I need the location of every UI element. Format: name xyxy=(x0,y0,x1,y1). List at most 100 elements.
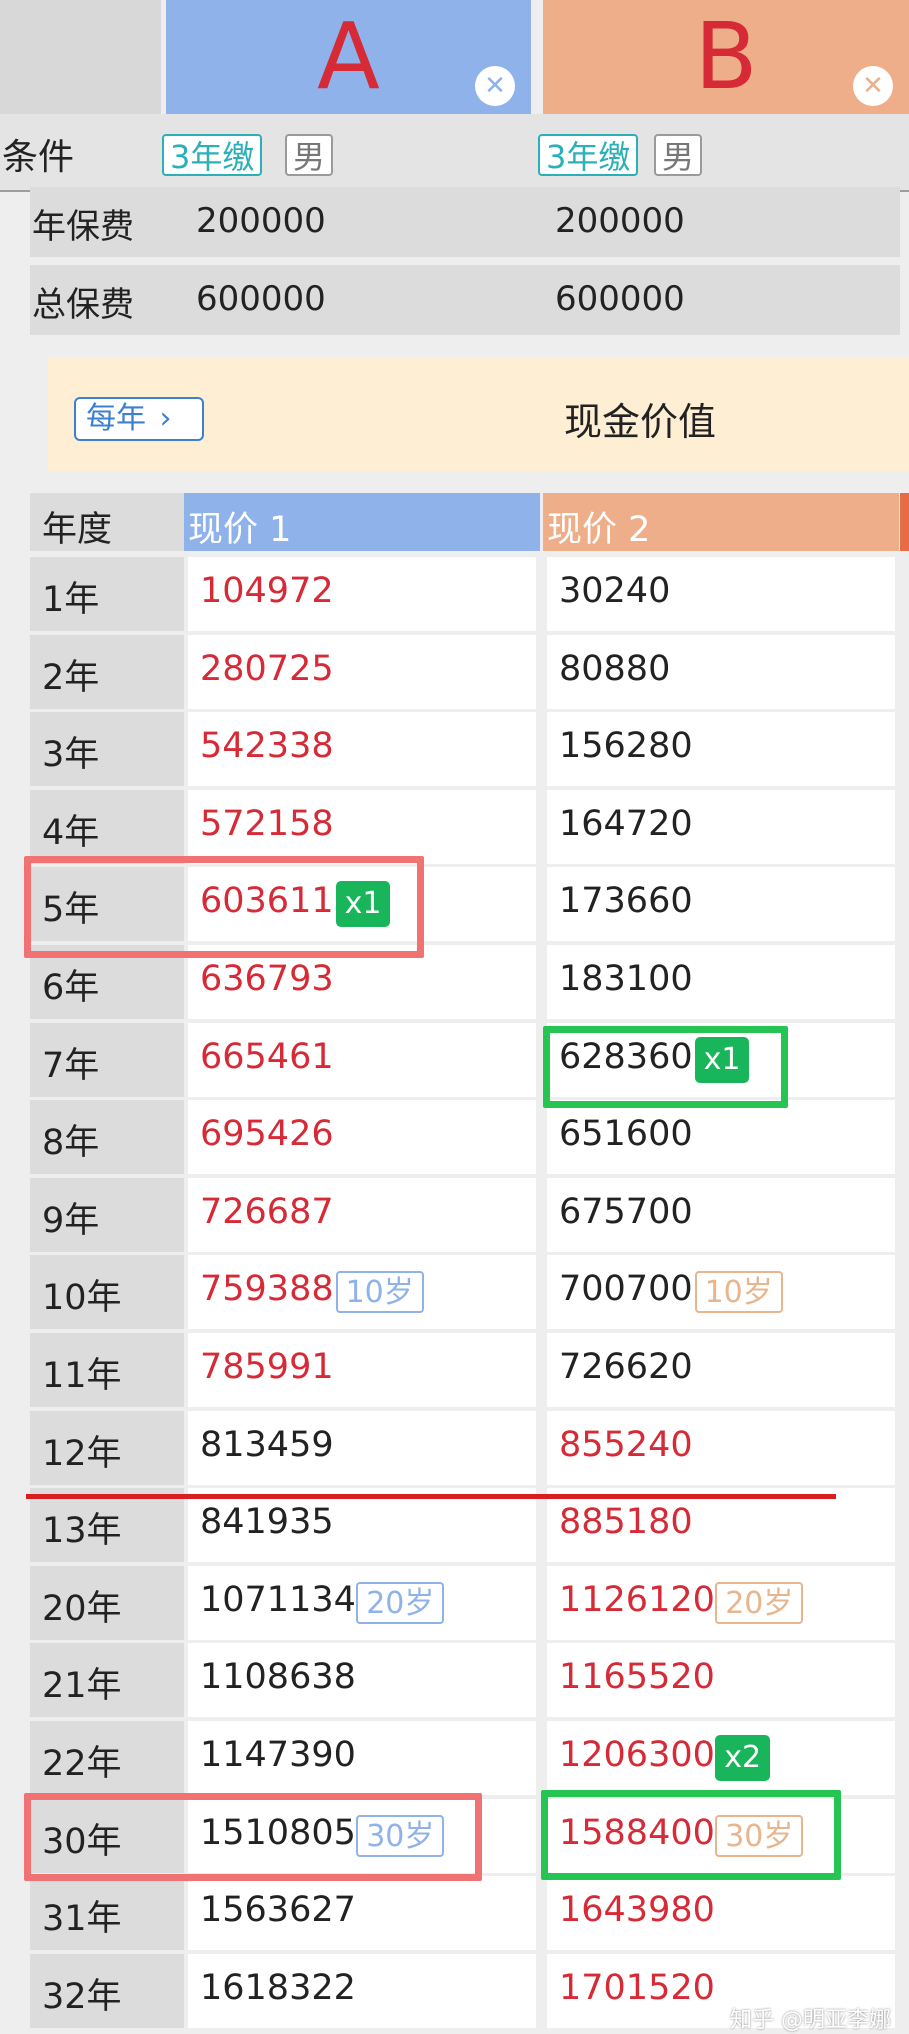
cash-value-b: 183100 xyxy=(559,959,693,999)
column-a-header: A ✕ xyxy=(166,0,531,114)
multiple-badge: x2 xyxy=(715,1735,771,1781)
highlight-box-green-year7 xyxy=(543,1026,788,1108)
cash-value-banner: 每年 › 现金价值 xyxy=(48,357,909,471)
cash-value-a-cell: 665461 xyxy=(188,1023,536,1097)
term-tag-b[interactable]: 3年缴 xyxy=(538,134,639,176)
cash-value-b-cell: 1165520 xyxy=(547,1643,895,1717)
year-label: 3年 xyxy=(42,735,100,775)
cash-value-b-cell: 156280 xyxy=(547,712,895,786)
cash-value-b: 164720 xyxy=(559,804,693,844)
cash-value-b: 1126120 xyxy=(559,1580,715,1620)
year-label: 2年 xyxy=(42,658,100,698)
year-cell: 1年 xyxy=(30,557,184,631)
year-cell: 2年 xyxy=(30,635,184,709)
cash-value-b-cell: 675700 xyxy=(547,1178,895,1252)
cash-value-b: 156280 xyxy=(559,726,693,766)
cash-value-b-header: 现价 2 xyxy=(547,510,651,550)
cash-value-b: 726620 xyxy=(559,1347,693,1387)
total-premium-b: 600000 xyxy=(555,279,685,319)
cash-value-a: 542338 xyxy=(200,726,334,766)
age-tag: 20岁 xyxy=(715,1582,804,1624)
cash-value-b: 651600 xyxy=(559,1114,693,1154)
year-cell: 13年 xyxy=(30,1488,184,1562)
column-b-letter: B xyxy=(694,3,758,110)
close-icon[interactable]: ✕ xyxy=(475,66,515,106)
condition-row: 条件 3年缴 男 3年缴 男 xyxy=(0,114,909,192)
cash-value-a: 665461 xyxy=(200,1037,334,1077)
cash-value-a-cell: 1071134 20岁 xyxy=(188,1566,536,1640)
cash-value-a-cell: 104972 xyxy=(188,557,536,631)
year-label: 32年 xyxy=(42,1977,122,2017)
year-label: 11年 xyxy=(42,1356,122,1396)
cash-value-a: 1618322 xyxy=(200,1968,356,2008)
age-tag: 20岁 xyxy=(356,1582,445,1624)
cash-value-a: 280725 xyxy=(200,649,334,689)
divider-line-red xyxy=(26,1494,836,1499)
gender-tag-a[interactable]: 男 xyxy=(285,134,334,176)
cash-value-a-cell: 1147390 xyxy=(188,1721,536,1795)
close-icon[interactable]: ✕ xyxy=(853,66,893,106)
header-blank-cell xyxy=(0,0,161,114)
cash-value-a: 572158 xyxy=(200,804,334,844)
cash-value-a-cell: 785991 xyxy=(188,1333,536,1407)
cash-value-b: 1165520 xyxy=(559,1657,715,1697)
chevron-right-icon: › xyxy=(159,401,172,436)
annual-premium-b: 200000 xyxy=(555,201,685,241)
annual-premium-a: 200000 xyxy=(196,201,326,241)
gender-tag-b[interactable]: 男 xyxy=(654,134,703,176)
cash-value-a: 726687 xyxy=(200,1192,334,1232)
cash-value-b-cell: 173660 xyxy=(547,867,895,941)
highlight-box-green-year30 xyxy=(541,1790,841,1880)
highlight-box-red-year30 xyxy=(24,1793,482,1881)
year-label: 31年 xyxy=(42,1899,122,1939)
year-label: 7年 xyxy=(42,1046,100,1086)
year-cell: 9年 xyxy=(30,1178,184,1252)
year-label: 10年 xyxy=(42,1278,122,1318)
cash-value-b-cell: 80880 xyxy=(547,635,895,709)
cash-value-b-cell: 183100 xyxy=(547,945,895,1019)
next-column-edge xyxy=(900,493,909,551)
year-label: 9年 xyxy=(42,1201,100,1241)
year-label: 8年 xyxy=(42,1123,100,1163)
year-label: 22年 xyxy=(42,1744,122,1784)
highlight-box-red-year5 xyxy=(24,856,424,958)
table-header-year: 年度 xyxy=(30,493,184,551)
term-tag-a[interactable]: 3年缴 xyxy=(162,134,263,176)
year-cell: 7年 xyxy=(30,1023,184,1097)
cash-value-a-cell: 695426 xyxy=(188,1100,536,1174)
cash-value-b: 80880 xyxy=(559,649,671,689)
year-cell: 31年 xyxy=(30,1876,184,1950)
condition-label: 条件 xyxy=(2,137,75,178)
cash-value-b-cell: 1643980 xyxy=(547,1876,895,1950)
cash-value-a-cell: 1563627 xyxy=(188,1876,536,1950)
year-cell: 22年 xyxy=(30,1721,184,1795)
year-label: 6年 xyxy=(42,968,100,1008)
cash-value-b-cell: 855240 xyxy=(547,1411,895,1485)
cash-value-b: 1701520 xyxy=(559,1968,715,2008)
cash-value-a-cell: 572158 xyxy=(188,790,536,864)
year-label: 21年 xyxy=(42,1666,122,1706)
table-header-a: 现价 1 xyxy=(184,493,540,551)
cash-value-a-cell: 813459 xyxy=(188,1411,536,1485)
year-cell: 21年 xyxy=(30,1643,184,1717)
year-cell: 4年 xyxy=(30,790,184,864)
year-label: 12年 xyxy=(42,1434,122,1474)
total-premium-row: 总保费 600000 600000 xyxy=(30,265,900,335)
year-cell: 20年 xyxy=(30,1566,184,1640)
cash-value-a: 841935 xyxy=(200,1502,334,1542)
cash-value-a: 1563627 xyxy=(200,1890,356,1930)
cash-value-a: 1071134 xyxy=(200,1580,356,1620)
age-tag: 10岁 xyxy=(694,1271,783,1313)
cash-value-b: 700700 xyxy=(559,1269,693,1309)
cash-value-a: 1147390 xyxy=(200,1735,356,1775)
cash-value-b-cell: 1126120 20岁 xyxy=(547,1566,895,1640)
period-select-button[interactable]: 每年 › xyxy=(74,397,204,441)
cash-value-b: 30240 xyxy=(559,571,671,611)
cash-value-a: 695426 xyxy=(200,1114,334,1154)
column-a-letter: A xyxy=(317,3,380,110)
cash-value-b-cell: 1206300 x2 xyxy=(547,1721,895,1795)
table-header-b: 现价 2 xyxy=(543,493,899,551)
cash-value-a: 759388 xyxy=(200,1269,334,1309)
cash-value-b: 173660 xyxy=(559,881,693,921)
year-cell: 10年 xyxy=(30,1255,184,1329)
